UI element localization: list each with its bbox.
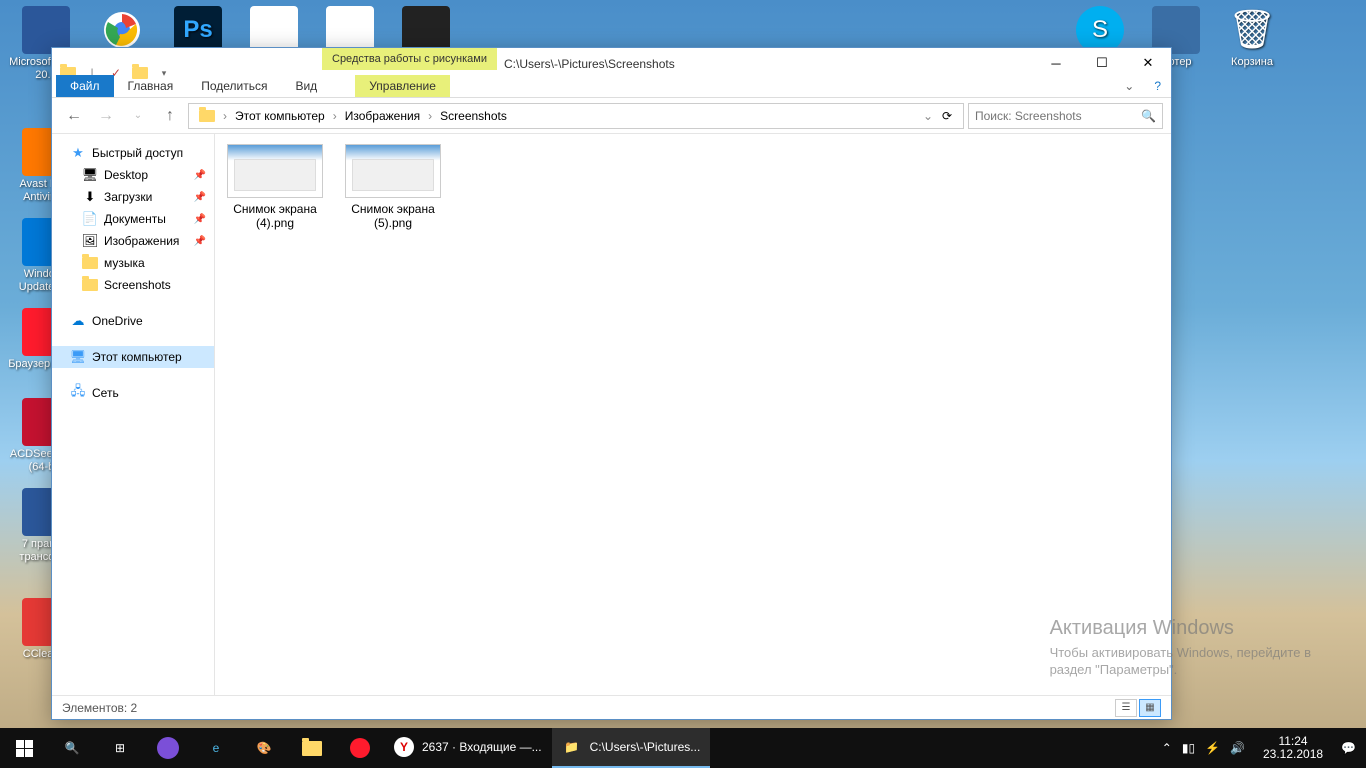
tab-home[interactable]: Главная: [114, 75, 188, 97]
breadcrumb-screenshots[interactable]: Screenshots: [434, 107, 513, 125]
folder-icon: 🖼: [82, 233, 98, 249]
file-item[interactable]: Снимок экрана (5).png: [343, 144, 443, 230]
pin-icon: 📌: [194, 236, 206, 247]
file-item[interactable]: Снимок экрана (4).png: [225, 144, 325, 230]
ribbon-tabs: Файл Главная Поделиться Вид Управление ⌄…: [52, 74, 1171, 98]
sidebar-this-pc[interactable]: 🖥 Этот компьютер: [52, 346, 214, 368]
search-input[interactable]: 🔍: [968, 103, 1163, 129]
pin-icon: 📌: [194, 170, 206, 181]
pin-icon: 📌: [194, 214, 206, 225]
notifications-icon[interactable]: 💬: [1341, 741, 1356, 755]
search-icon[interactable]: 🔍: [1141, 109, 1156, 123]
sidebar-item[interactable]: музыка: [52, 252, 214, 274]
battery-icon[interactable]: ▮▯: [1182, 741, 1195, 755]
chevron-right-icon[interactable]: ›: [428, 109, 432, 123]
up-button[interactable]: ↑: [156, 102, 184, 130]
taskbar-task[interactable]: Y2637 · Входящие —...: [384, 728, 552, 768]
search-field[interactable]: [975, 109, 1141, 123]
cloud-icon: ☁: [70, 313, 86, 329]
window-title: C:\Users\-\Pictures\Screenshots: [504, 57, 675, 71]
details-view-button[interactable]: ☰: [1115, 699, 1137, 717]
contextual-tab-label: Средства работы с рисунками: [322, 48, 497, 70]
task-view-button[interactable]: ⊞: [96, 728, 144, 768]
sidebar-network[interactable]: 🖧 Сеть: [52, 382, 214, 404]
sidebar-item[interactable]: 📄Документы📌: [52, 208, 214, 230]
network-icon: 🖧: [70, 385, 86, 401]
thumbnail-icon: [227, 144, 323, 198]
item-count: Элементов: 2: [62, 701, 137, 715]
sidebar-item[interactable]: ⬇Загрузки📌: [52, 186, 214, 208]
file-list[interactable]: Снимок экрана (4).pngСнимок экрана (5).p…: [215, 134, 1171, 695]
tab-file[interactable]: Файл: [56, 75, 114, 97]
search-button[interactable]: 🔍: [48, 728, 96, 768]
tray-chevron-icon[interactable]: ⌃: [1162, 741, 1172, 755]
thumbnails-view-button[interactable]: ▦: [1139, 699, 1161, 717]
taskbar-task[interactable]: 📁C:\Users\-\Pictures...: [552, 728, 711, 768]
tab-share[interactable]: Поделиться: [187, 75, 281, 97]
cortana-button[interactable]: [144, 728, 192, 768]
pin-icon: 📌: [194, 192, 206, 203]
folder-icon: 🖥: [82, 167, 98, 183]
breadcrumb-pc[interactable]: Этот компьютер: [229, 107, 331, 125]
titlebar: | ✓ ▾ Средства работы с рисунками C:\Use…: [52, 48, 1171, 98]
tab-manage[interactable]: Управление: [355, 75, 450, 97]
start-button[interactable]: [0, 728, 48, 768]
breadcrumb-bar[interactable]: › Этот компьютер › Изображения › Screens…: [188, 103, 964, 129]
sidebar-quick-access[interactable]: ★ Быстрый доступ: [52, 142, 214, 164]
explorer-button[interactable]: [288, 728, 336, 768]
address-bar: ← → ⌄ ↑ › Этот компьютер › Изображения ›…: [52, 98, 1171, 134]
recent-dropdown-icon[interactable]: ⌄: [124, 102, 152, 130]
ribbon-collapse-icon[interactable]: ⌄: [1114, 75, 1144, 97]
tab-view[interactable]: Вид: [281, 75, 331, 97]
forward-button[interactable]: →: [92, 102, 120, 130]
back-button[interactable]: ←: [60, 102, 88, 130]
folder-icon: [82, 255, 98, 271]
edge-button[interactable]: e: [192, 728, 240, 768]
desktop: Microsoft Word 20...PsAvast Free Antivir…: [0, 0, 1366, 728]
folder-icon: 📄: [82, 211, 98, 227]
desktop-icon[interactable]: 🗑Корзина: [1214, 6, 1290, 69]
help-icon[interactable]: ?: [1144, 75, 1171, 97]
chevron-down-icon[interactable]: ⌄: [923, 109, 933, 123]
status-bar: Элементов: 2 ☰ ▦: [52, 695, 1171, 719]
thumbnail-icon: [345, 144, 441, 198]
chevron-right-icon[interactable]: ›: [333, 109, 337, 123]
sidebar-item[interactable]: Screenshots: [52, 274, 214, 296]
opera-button[interactable]: [336, 728, 384, 768]
system-tray: ⌃ ▮▯ ⚡ 🔊 11:24 23.12.2018 💬: [1152, 735, 1366, 761]
breadcrumb-images[interactable]: Изображения: [339, 107, 426, 125]
pc-icon: 🖥: [70, 349, 86, 365]
sidebar-onedrive[interactable]: ☁ OneDrive: [52, 310, 214, 332]
folder-icon: [82, 277, 98, 293]
taskbar: 🔍 ⊞ e 🎨 Y2637 · Входящие —...📁C:\Users\-…: [0, 728, 1366, 768]
breadcrumb-root[interactable]: [193, 108, 221, 124]
paint-button[interactable]: 🎨: [240, 728, 288, 768]
file-explorer-window: | ✓ ▾ Средства работы с рисунками C:\Use…: [51, 47, 1172, 720]
chevron-right-icon[interactable]: ›: [223, 109, 227, 123]
folder-icon: ⬇: [82, 189, 98, 205]
star-icon: ★: [70, 145, 86, 161]
wifi-icon[interactable]: ⚡: [1205, 741, 1220, 755]
sidebar-item[interactable]: 🖼Изображения📌: [52, 230, 214, 252]
activation-watermark: Активация Windows Чтобы активировать Win…: [1050, 617, 1311, 678]
clock[interactable]: 11:24 23.12.2018: [1255, 735, 1331, 761]
volume-icon[interactable]: 🔊: [1230, 741, 1245, 755]
refresh-icon[interactable]: ⟳: [935, 104, 959, 128]
sidebar-item[interactable]: 🖥Desktop📌: [52, 164, 214, 186]
navigation-pane: ★ Быстрый доступ 🖥Desktop📌⬇Загрузки📌📄Док…: [52, 134, 215, 695]
